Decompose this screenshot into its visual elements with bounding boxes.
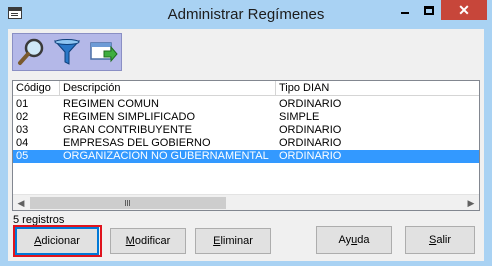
help-label-pre: Ay — [338, 234, 352, 246]
annotation-highlight-box — [13, 225, 102, 257]
cell-descripcion: REGIMEN SIMPLIFICADO — [63, 111, 196, 123]
delete-button[interactable]: Eliminar — [195, 228, 271, 254]
horizontal-scrollbar[interactable]: ◀ ▶ — [13, 194, 479, 210]
table-row[interactable]: 01 REGIMEN COMUN ORDINARIO — [13, 98, 479, 111]
filter-icon[interactable] — [52, 37, 82, 67]
column-header-codigo[interactable]: Código — [13, 81, 60, 96]
cell-descripcion: REGIMEN COMUN — [63, 98, 159, 110]
cell-codigo: 03 — [16, 124, 29, 136]
table-row[interactable]: 04 EMPRESAS DEL GOBIERNO ORDINARIO — [13, 137, 479, 150]
grip-icon — [125, 200, 126, 206]
modify-button[interactable]: Modificar — [110, 228, 186, 254]
cell-tipo: ORDINARIO — [279, 137, 342, 149]
cell-descripcion: ORGANIZACION NO GUBERNAMENTAL — [63, 150, 269, 162]
cell-tipo: ORDINARIO — [279, 150, 342, 162]
table-row[interactable]: 02 REGIMEN SIMPLIFICADO SIMPLE — [13, 111, 479, 124]
list-header: Código Descripción Tipo DIAN — [13, 81, 479, 96]
column-header-tipo-dian[interactable]: Tipo DIAN — [276, 81, 479, 96]
column-header-descripcion[interactable]: Descripción — [60, 81, 276, 96]
export-window-icon[interactable] — [88, 37, 118, 67]
exit-mnemonic: S — [428, 234, 437, 246]
exit-label: alir — [436, 234, 451, 246]
minimize-button[interactable] — [393, 0, 417, 20]
close-icon: ✕ — [458, 2, 470, 18]
table-row[interactable]: 03 GRAN CONTRIBUYENTE ORDINARIO — [13, 124, 479, 137]
table-row-selected[interactable]: 05 ORGANIZACION NO GUBERNAMENTAL ORDINAR… — [13, 150, 479, 163]
cell-codigo: 05 — [16, 150, 29, 162]
cell-descripcion: GRAN CONTRIBUYENTE — [63, 124, 192, 136]
modify-label: odificar — [134, 235, 171, 247]
magnifier-icon[interactable] — [16, 37, 46, 67]
cell-tipo: ORDINARIO — [279, 124, 342, 136]
close-button[interactable]: ✕ — [441, 0, 487, 20]
cell-codigo: 04 — [16, 137, 29, 149]
delete-mnemonic: E — [213, 235, 221, 247]
help-button[interactable]: Ay u da — [316, 226, 392, 254]
delete-label: liminar — [220, 235, 253, 247]
exit-button[interactable]: Salir — [405, 226, 475, 254]
cell-tipo: SIMPLE — [279, 111, 320, 123]
toolbar — [12, 33, 122, 71]
modify-mnemonic: M — [125, 235, 135, 247]
scroll-right-icon[interactable]: ▶ — [463, 195, 479, 211]
dialog-body: Código Descripción Tipo DIAN 01 REGIMEN … — [8, 29, 484, 261]
cell-descripcion: EMPRESAS DEL GOBIERNO — [63, 137, 211, 149]
maximize-button[interactable] — [417, 0, 441, 20]
scroll-left-icon[interactable]: ◀ — [13, 195, 29, 211]
cell-codigo: 02 — [16, 111, 29, 123]
app-window: Administrar Regímenes ✕ Código Descripci… — [0, 0, 492, 266]
cell-tipo: ORDINARIO — [279, 98, 342, 110]
minimize-icon — [401, 12, 409, 14]
regimes-list[interactable]: Código Descripción Tipo DIAN 01 REGIMEN … — [12, 80, 480, 211]
cell-codigo: 01 — [16, 98, 29, 110]
scroll-thumb[interactable] — [30, 197, 226, 209]
title-bar[interactable]: Administrar Regímenes ✕ — [0, 0, 492, 28]
maximize-icon — [424, 5, 434, 15]
help-label: da — [357, 234, 370, 246]
